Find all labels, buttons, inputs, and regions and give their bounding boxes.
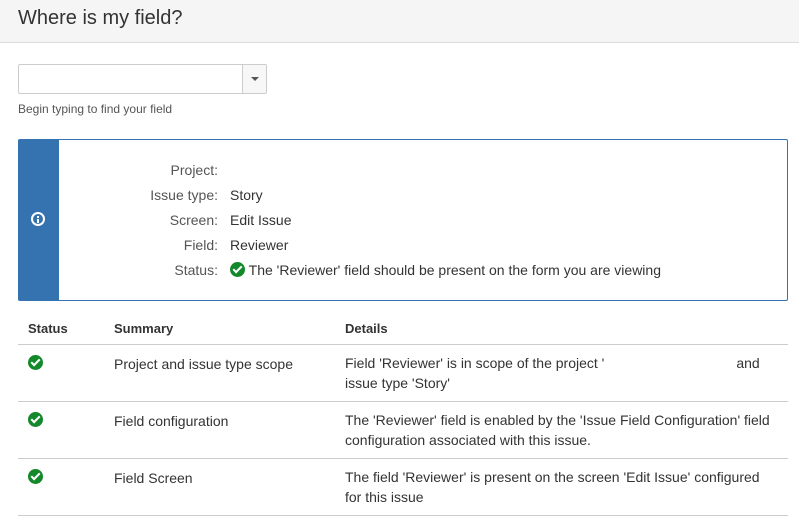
page-title: Where is my field? xyxy=(18,7,183,29)
details-text: issue type 'Story' xyxy=(345,375,450,391)
summary-cell: Field Screen xyxy=(104,458,335,516)
status-message: The 'Reviewer' field should be present o… xyxy=(248,262,661,278)
field-value: Reviewer xyxy=(230,237,289,253)
field-search-input[interactable] xyxy=(19,65,243,93)
summary-cell: Field configuration xyxy=(104,401,335,459)
summary-cell: Project and issue type scope xyxy=(104,344,335,402)
screen-value: Edit Issue xyxy=(230,212,292,228)
results-table: Status Summary Details Project and issue… xyxy=(18,313,788,516)
check-circle-icon xyxy=(230,262,245,277)
table-row: Field Screen The field 'Reviewer' is pre… xyxy=(18,458,788,516)
details-cell: Field 'Reviewer' is in scope of the proj… xyxy=(335,344,788,402)
field-picker[interactable] xyxy=(18,64,267,94)
details-cell: The 'Reviewer' field is enabled by the '… xyxy=(335,401,788,459)
table-row: Field configuration The 'Reviewer' field… xyxy=(18,401,788,459)
issue-type-value: Story xyxy=(230,187,263,203)
status-cell xyxy=(18,401,104,459)
status-value: The 'Reviewer' field should be present o… xyxy=(230,262,661,278)
screen-label: Screen: xyxy=(169,212,218,228)
chevron-down-icon xyxy=(251,77,259,81)
table-row: Project and issue type scope Field 'Revi… xyxy=(18,344,788,402)
check-circle-icon xyxy=(28,412,43,427)
status-cell xyxy=(18,458,104,516)
details-text: and xyxy=(736,355,760,371)
info-icon xyxy=(31,212,45,226)
project-label: Project: xyxy=(170,162,218,178)
check-circle-icon xyxy=(28,355,43,370)
issue-type-label: Issue type: xyxy=(150,187,218,203)
status-column-header: Status xyxy=(18,313,104,345)
page-header: Where is my field? xyxy=(0,0,799,43)
info-panel: Project: Issue type: Story Screen: Edit … xyxy=(18,139,788,301)
status-label: Status: xyxy=(174,262,218,278)
details-cell: The field 'Reviewer' is present on the s… xyxy=(335,458,788,516)
details-text: Field 'Reviewer' is in scope of the proj… xyxy=(345,355,605,371)
dropdown-toggle-button[interactable] xyxy=(242,65,266,93)
picker-hint: Begin typing to find your field xyxy=(18,102,173,116)
field-label: Field: xyxy=(183,237,218,253)
info-panel-bar xyxy=(19,140,59,300)
status-cell xyxy=(18,344,104,402)
summary-column-header: Summary xyxy=(104,313,335,345)
check-circle-icon xyxy=(28,469,43,484)
table-header-row: Status Summary Details xyxy=(18,313,788,345)
details-column-header: Details xyxy=(335,313,788,345)
